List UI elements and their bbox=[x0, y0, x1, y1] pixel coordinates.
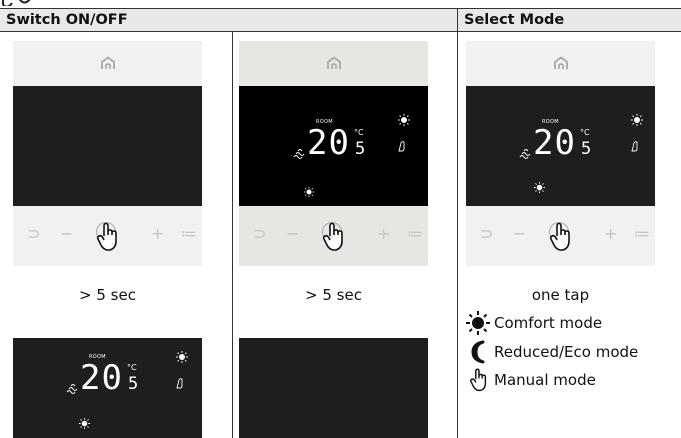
legend-eco: Reduced/Eco mode bbox=[468, 340, 638, 364]
legend-label-eco: Reduced/Eco mode bbox=[494, 343, 639, 361]
home-icon bbox=[326, 56, 341, 69]
plus-button[interactable]: + bbox=[377, 226, 390, 242]
device-display-on: ROOM 20 °C 5 bbox=[239, 86, 428, 206]
device-top-bar bbox=[466, 41, 655, 86]
hand-pointer-icon bbox=[96, 222, 117, 251]
thermometer-icon bbox=[176, 378, 183, 389]
menu-button[interactable]: ≔ bbox=[407, 226, 423, 242]
divider-1 bbox=[232, 31, 233, 438]
device-top-bar bbox=[13, 41, 202, 86]
legend-comfort: Comfort mode bbox=[466, 311, 602, 335]
thermometer-icon bbox=[631, 141, 638, 152]
temperature-decimal: 5 bbox=[581, 139, 592, 159]
cropped-heading-fragment bbox=[0, 0, 40, 6]
hand-pointer-icon bbox=[322, 222, 343, 251]
temperature-unit: °C bbox=[127, 363, 137, 372]
legend-label-comfort: Comfort mode bbox=[494, 314, 603, 332]
device-display-on: ROOM 20 °C 5 bbox=[466, 86, 655, 206]
device-top-bar bbox=[239, 41, 428, 86]
back-button[interactable]: ⊃ bbox=[480, 226, 493, 242]
legend-label-manual: Manual mode bbox=[494, 371, 596, 389]
moon-icon bbox=[471, 340, 485, 364]
sun-icon bbox=[176, 351, 188, 363]
back-button[interactable]: ⊃ bbox=[253, 226, 266, 242]
home-icon bbox=[553, 56, 568, 69]
minus-button[interactable]: − bbox=[286, 226, 299, 242]
plus-button[interactable]: + bbox=[151, 226, 164, 242]
temperature-readout: 20 bbox=[80, 358, 123, 398]
temperature-unit: °C bbox=[580, 128, 590, 137]
divider-2 bbox=[457, 8, 458, 438]
thermostat-device-1: ⊃ − + ≔ bbox=[13, 41, 202, 266]
caption-hold-1: > 5 sec bbox=[79, 286, 136, 304]
hand-pointer-icon bbox=[549, 222, 570, 251]
heating-waves-icon bbox=[293, 149, 305, 159]
thermostat-device-3: ROOM 20 °C 5 ⊃ − + ≔ bbox=[466, 41, 655, 266]
temperature-decimal: 5 bbox=[355, 139, 366, 159]
thermostat-screen-result-off bbox=[239, 338, 428, 438]
comfort-sun-icon bbox=[304, 187, 314, 197]
heating-waves-icon bbox=[66, 384, 78, 394]
plus-button[interactable]: + bbox=[604, 226, 617, 242]
header-switch-label: Switch ON/OFF bbox=[6, 12, 128, 28]
sun-icon bbox=[631, 114, 643, 126]
legend-manual: Manual mode bbox=[468, 368, 596, 392]
header-switch-onoff: Switch ON/OFF bbox=[0, 9, 457, 31]
sun-icon bbox=[398, 114, 410, 126]
comfort-sun-icon bbox=[79, 418, 90, 429]
thermometer-icon bbox=[398, 141, 405, 152]
header-select-label: Select Mode bbox=[464, 12, 565, 28]
temperature-readout: 20 bbox=[307, 123, 350, 163]
temperature-readout: 20 bbox=[533, 123, 576, 163]
comfort-sun-icon bbox=[534, 182, 545, 193]
heating-waves-icon bbox=[519, 149, 531, 159]
header-rule bbox=[0, 31, 681, 32]
caption-hold-2: > 5 sec bbox=[305, 286, 362, 304]
caption-one-tap: one tap bbox=[531, 286, 590, 304]
thermostat-screen-result-on: ROOM 20 °C 5 bbox=[13, 338, 202, 438]
home-icon bbox=[100, 56, 115, 69]
menu-button[interactable]: ≔ bbox=[181, 226, 197, 242]
header-select-mode: Select Mode bbox=[458, 9, 681, 31]
minus-button[interactable]: − bbox=[513, 226, 526, 242]
temperature-unit: °C bbox=[354, 128, 364, 137]
minus-button[interactable]: − bbox=[60, 226, 73, 242]
temperature-decimal: 5 bbox=[128, 374, 139, 394]
sun-icon bbox=[466, 311, 490, 335]
menu-button[interactable]: ≔ bbox=[634, 226, 650, 242]
thermostat-device-2: ROOM 20 °C 5 ⊃ − + ≔ bbox=[239, 41, 428, 266]
device-display-off bbox=[13, 86, 202, 206]
hand-icon bbox=[470, 368, 487, 392]
back-button[interactable]: ⊃ bbox=[27, 226, 40, 242]
